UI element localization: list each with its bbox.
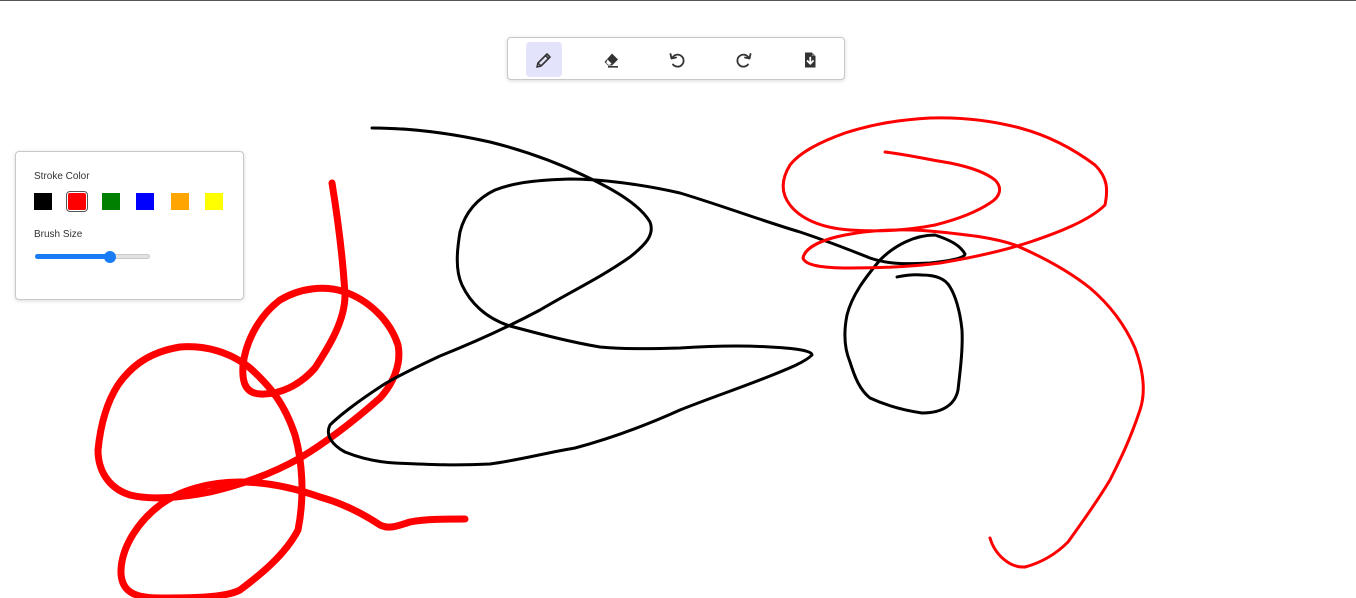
redo-icon: [736, 52, 752, 68]
download-button[interactable]: [792, 42, 828, 77]
color-swatch[interactable]: [136, 193, 154, 210]
pencil-icon: [536, 52, 551, 68]
drawing-app: Stroke Color Brush Size: [0, 0, 1356, 598]
stroke: [326, 126, 967, 467]
eraser-icon: [604, 53, 618, 68]
undo-button[interactable]: [659, 42, 695, 77]
file-download-icon: [805, 52, 816, 67]
eraser-button[interactable]: [593, 42, 629, 77]
color-swatch[interactable]: [205, 193, 223, 210]
settings-panel: Stroke Color Brush Size: [15, 151, 244, 300]
color-swatch[interactable]: [171, 193, 189, 210]
brush-size-label: Brush Size: [34, 229, 83, 240]
color-swatch[interactable]: [34, 193, 52, 210]
undo-icon: [669, 52, 685, 68]
brush-size-slider[interactable]: [35, 248, 150, 266]
toolbar: [507, 37, 845, 80]
redo-button[interactable]: [726, 42, 762, 77]
pencil-button[interactable]: [526, 42, 562, 77]
color-swatch[interactable]: [102, 193, 120, 210]
slider-thumb[interactable]: [103, 251, 116, 263]
stroke-color-label: Stroke Color: [34, 171, 90, 182]
color-swatch[interactable]: [66, 191, 88, 212]
slider-fill: [35, 254, 110, 259]
